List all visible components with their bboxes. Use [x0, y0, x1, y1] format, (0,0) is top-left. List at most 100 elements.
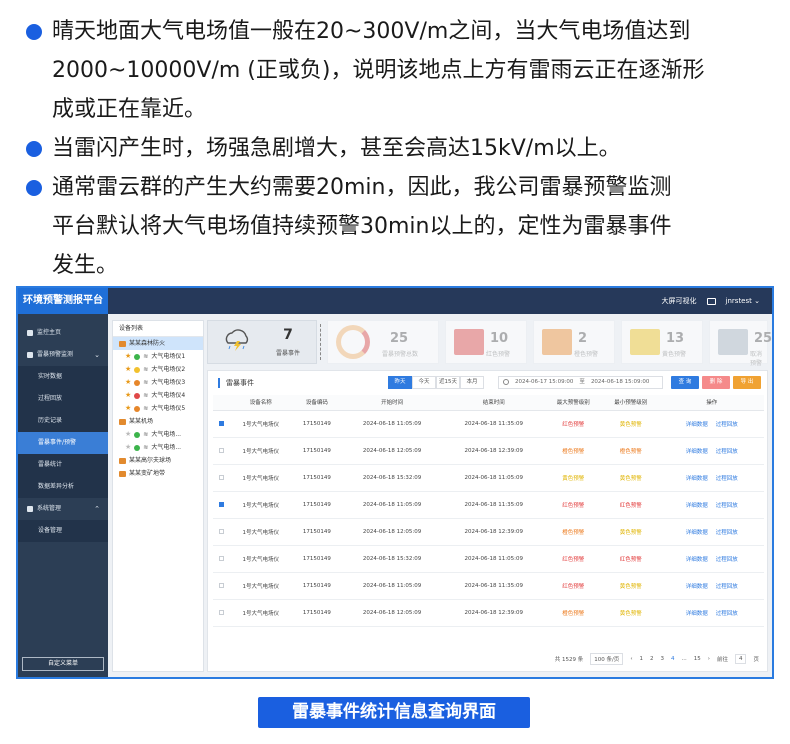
row-action-link[interactable]: 过程回放 [716, 449, 738, 455]
folder-icon [119, 340, 126, 347]
row-action-link[interactable]: 过程回放 [716, 557, 738, 563]
monitor-icon [27, 352, 33, 358]
device-item[interactable]: ★ ≋ 大气电场... [113, 428, 203, 441]
clock-icon [503, 379, 509, 385]
table-row[interactable]: 1号大气电场仪 17150149 2024-06-18 12:05:09 2024-0… [213, 518, 764, 546]
stat-card[interactable]: 13 黄色预警 [621, 320, 703, 364]
action-button[interactable]: 删 除 [702, 376, 730, 389]
table-row[interactable]: 1号大气电场仪 17150149 2024-06-18 11:05:09 2024-0… [213, 410, 764, 438]
cell-max-level: 橙色预警 [544, 518, 603, 546]
cell-device-code: 17150149 [292, 410, 342, 438]
sidebar-subitem[interactable]: 设备管理 [18, 520, 108, 542]
table-row[interactable]: 1号大气电场仪 17150149 2024-06-18 11:05:09 2024-0… [213, 491, 764, 519]
page-number[interactable]: 15 [694, 656, 701, 662]
sidebar-subitem[interactable]: 雷暴统计 [18, 454, 108, 476]
action-button[interactable]: 导 出 [733, 376, 761, 389]
star-icon[interactable]: ★ [125, 363, 131, 376]
row-action-link[interactable]: 过程回放 [716, 530, 738, 536]
row-action-link[interactable]: 详细数据 [686, 530, 708, 536]
message-icon[interactable] [706, 297, 716, 305]
table-row[interactable]: 1号大气电场仪 17150149 2024-06-18 11:05:09 2024-0… [213, 572, 764, 600]
bullet-text-line: 晴天地面大气电场值一般在20~300V/m之间，当大气电场值达到 [52, 19, 691, 44]
table-row[interactable]: 1号大气电场仪 17150149 2024-06-18 15:32:09 2024-0… [213, 545, 764, 573]
device-group[interactable]: 某某高尔夫球场 [113, 454, 203, 467]
page-number[interactable]: 2 [650, 656, 654, 662]
filter-button[interactable]: 本月 [460, 376, 484, 389]
star-icon[interactable]: ★ [125, 376, 131, 389]
row-checkbox[interactable] [218, 501, 224, 507]
sidebar-subitem[interactable]: 历史记录 [18, 410, 108, 432]
star-icon[interactable]: ★ [125, 350, 131, 363]
table-row[interactable]: 1号大气电场仪 17150149 2024-06-18 12:05:09 2024-0… [213, 599, 764, 627]
page-number[interactable]: 4 [671, 656, 675, 662]
star-icon[interactable]: ★ [125, 402, 131, 415]
row-action-link[interactable]: 详细数据 [686, 449, 708, 455]
date-range-picker[interactable]: 2024-06-17 15:09:00 至 2024-06-18 15:09:0… [498, 376, 663, 389]
next-page-icon[interactable]: › [708, 656, 710, 662]
sidebar-menu-storm-monitor[interactable]: 雷暴预警监测 ⌄ [18, 344, 108, 366]
row-checkbox[interactable] [218, 447, 224, 453]
filter-button[interactable]: 昨天 [388, 376, 412, 389]
page-number[interactable]: 1 [640, 656, 644, 662]
column-header: 开始时间 [341, 395, 443, 411]
row-action-link[interactable]: 过程回放 [716, 611, 738, 617]
jump-input[interactable]: 4 [734, 654, 747, 664]
stat-card[interactable]: 10 红色预警 [445, 320, 527, 364]
device-group[interactable]: 某某变矿地带 [113, 467, 203, 480]
table-row[interactable]: 1号大气电场仪 17150149 2024-06-18 12:05:09 2024-0… [213, 437, 764, 465]
sidebar-subitem[interactable]: 数据差异分析 [18, 476, 108, 498]
stat-card[interactable]: 2 橙色预警 [533, 320, 615, 364]
jump-label: 前往 [716, 657, 728, 663]
filter-button[interactable]: 近15天 [436, 376, 460, 389]
sidebar-menu-system[interactable]: 系统管理 ⌃ [18, 498, 108, 520]
row-action-link[interactable]: 详细数据 [686, 503, 708, 509]
stat-storm-events[interactable]: 7 雷暴事件 [207, 320, 317, 364]
row-action-link[interactable]: 过程回放 [716, 584, 738, 590]
row-action-link[interactable]: 详细数据 [686, 611, 708, 617]
row-action-link[interactable]: 详细数据 [686, 422, 708, 428]
device-item[interactable]: ★ ≋ 大气电场仪4 [113, 389, 203, 402]
page-number[interactable]: 3 [661, 656, 665, 662]
cell-actions: 详细数据 过程回放 [659, 437, 764, 465]
device-item[interactable]: ★ ≋ 大气电场... [113, 441, 203, 454]
action-button[interactable]: 查 询 [671, 376, 699, 389]
sidebar-menu-home[interactable]: 监控主页 [18, 322, 108, 344]
device-item[interactable]: ★ ≋ 大气电场仪3 [113, 376, 203, 389]
app-screenshot: 环境预警测报平台 大屏可视化 jnrstest ⌄ 监控主页 雷暴预警监测 ⌄ 实时… [16, 286, 774, 679]
row-checkbox[interactable] [218, 474, 224, 480]
row-checkbox[interactable] [218, 528, 224, 534]
user-menu[interactable]: jnrstest ⌄ [726, 297, 760, 305]
sidebar-subitem[interactable]: 实时数据 [18, 366, 108, 388]
device-group[interactable]: 某某机场 [113, 415, 203, 428]
table-row[interactable]: 1号大气电场仪 17150149 2024-06-18 15:32:09 2024-0… [213, 464, 764, 492]
big-screen-link[interactable]: 大屏可视化 [662, 296, 697, 306]
custom-menu-button[interactable]: 自定义菜单 [22, 657, 104, 671]
star-icon[interactable]: ★ [125, 428, 131, 441]
row-action-link[interactable]: 过程回放 [716, 476, 738, 482]
stat-card[interactable]: 25 取消预警 [709, 320, 772, 367]
row-action-link[interactable]: 详细数据 [686, 584, 708, 590]
device-group[interactable]: 某某森林防火 [113, 337, 203, 350]
star-icon[interactable]: ★ [125, 389, 131, 402]
page-number[interactable]: ... [682, 656, 687, 662]
row-checkbox[interactable] [218, 609, 224, 615]
device-item[interactable]: ★ ≋ 大气电场仪2 [113, 363, 203, 376]
row-action-link[interactable]: 详细数据 [686, 557, 708, 563]
bullet-item: 当雷闪产生时，场强急剧增大，甚至会高达15kV/m以上。 [26, 129, 766, 168]
sidebar-subitem[interactable]: 雷暴事件/预警 [18, 432, 108, 454]
device-item[interactable]: ★ ≋ 大气电场仪1 [113, 350, 203, 363]
star-icon[interactable]: ★ [125, 441, 131, 454]
row-action-link[interactable]: 详细数据 [686, 476, 708, 482]
row-checkbox[interactable] [218, 555, 224, 561]
filter-button[interactable]: 今天 [412, 376, 436, 389]
row-checkbox[interactable] [218, 582, 224, 588]
page-size-select[interactable]: 100 条/页 [590, 653, 624, 665]
cell-end-time: 2024-06-18 11:35:09 [442, 491, 545, 519]
row-action-link[interactable]: 过程回放 [716, 503, 738, 509]
device-item[interactable]: ★ ≋ 大气电场仪5 [113, 402, 203, 415]
prev-page-icon[interactable]: ‹ [630, 656, 632, 662]
stat-card[interactable]: 25 雷暴预警总数 [327, 320, 439, 364]
sidebar-subitem[interactable]: 过程回放 [18, 388, 108, 410]
row-checkbox[interactable] [218, 420, 224, 426]
row-action-link[interactable]: 过程回放 [716, 422, 738, 428]
